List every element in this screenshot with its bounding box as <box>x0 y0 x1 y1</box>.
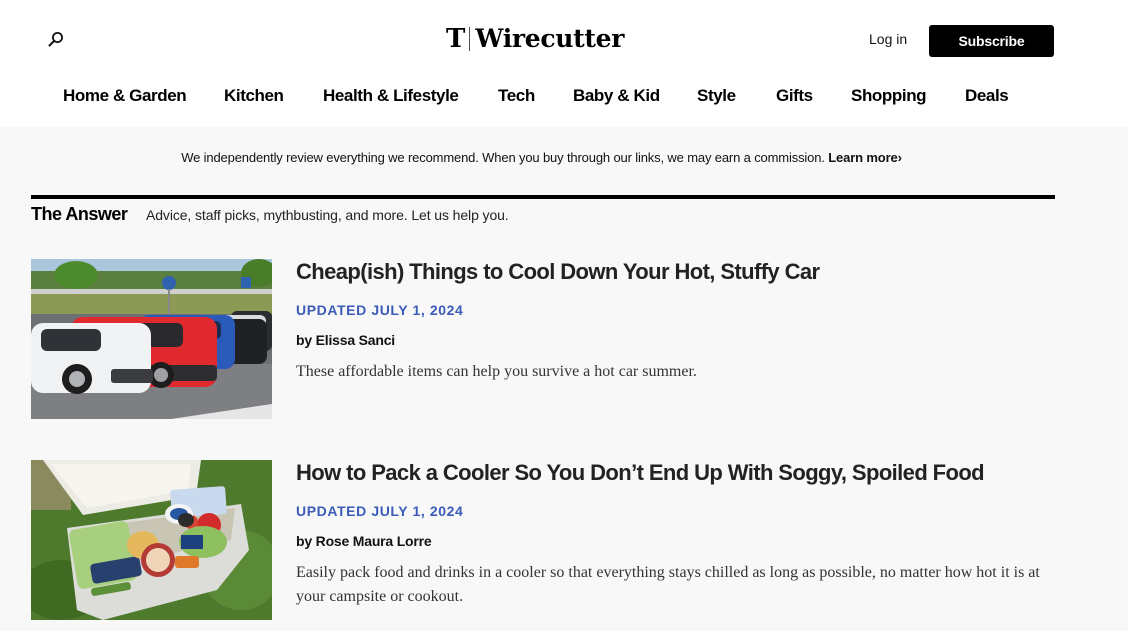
site-header: T Wirecutter Log in Subscribe Home & Gar… <box>0 0 1128 127</box>
section-divider <box>31 195 1055 199</box>
byline-prefix: by <box>296 533 312 549</box>
section-title[interactable]: The Answer <box>31 204 128 225</box>
article-updated-date: UPDATED JULY 1, 2024 <box>296 302 464 318</box>
subscribe-button[interactable]: Subscribe <box>929 25 1054 57</box>
logo-wordmark: Wirecutter <box>475 24 625 53</box>
nyt-t-logo-icon: T <box>446 24 466 54</box>
learn-more-label: Learn more <box>828 150 898 165</box>
article-title-link[interactable]: How to Pack a Cooler So You Don’t End Up… <box>296 460 985 486</box>
nav-item-baby-kid[interactable]: Baby & Kid <box>573 86 660 106</box>
chevron-right-icon: › <box>897 150 902 165</box>
article-thumbnail[interactable] <box>31 460 272 620</box>
logo-divider <box>469 27 471 51</box>
author-link[interactable]: Elissa Sanci <box>316 332 396 348</box>
article-description: These affordable items can help you surv… <box>296 363 697 380</box>
nav-item-health-lifestyle[interactable]: Health & Lifestyle <box>323 86 459 106</box>
learn-more-link[interactable]: Learn more› <box>828 150 902 165</box>
packed-cooler-image <box>31 460 272 620</box>
article-byline: by Elissa Sanci <box>296 332 395 348</box>
nav-item-home-garden[interactable]: Home & Garden <box>63 86 187 106</box>
article-title-link[interactable]: Cheap(ish) Things to Cool Down Your Hot,… <box>296 259 820 285</box>
nav-item-gifts[interactable]: Gifts <box>776 86 813 106</box>
article-card: How to Pack a Cooler So You Don’t End Up… <box>31 460 1055 631</box>
section-description: Advice, staff picks, mythbusting, and mo… <box>146 207 509 223</box>
nav-item-style[interactable]: Style <box>697 86 736 106</box>
nav-item-deals[interactable]: Deals <box>965 86 1009 106</box>
search-icon <box>48 32 63 47</box>
affiliate-disclosure: We independently review everything we re… <box>0 150 1083 165</box>
article-description: Easily pack food and drinks in a cooler … <box>296 564 1040 605</box>
article-updated-date: UPDATED JULY 1, 2024 <box>296 503 464 519</box>
article-byline: by Rose Maura Lorre <box>296 533 432 549</box>
article-card: Cheap(ish) Things to Cool Down Your Hot,… <box>31 259 1055 429</box>
wirecutter-logo[interactable]: T Wirecutter <box>446 24 624 54</box>
nav-item-shopping[interactable]: Shopping <box>851 86 927 106</box>
search-button[interactable] <box>44 28 68 52</box>
author-link[interactable]: Rose Maura Lorre <box>316 533 432 549</box>
byline-prefix: by <box>296 332 312 348</box>
nav-item-kitchen[interactable]: Kitchen <box>224 86 284 106</box>
parking-lot-cars-image <box>31 259 272 419</box>
login-link[interactable]: Log in <box>869 31 907 47</box>
article-thumbnail[interactable] <box>31 259 272 419</box>
nav-item-tech[interactable]: Tech <box>498 86 535 106</box>
disclosure-text: We independently review everything we re… <box>181 150 825 165</box>
main-nav: Home & Garden Kitchen Health & Lifestyle… <box>0 86 1128 112</box>
